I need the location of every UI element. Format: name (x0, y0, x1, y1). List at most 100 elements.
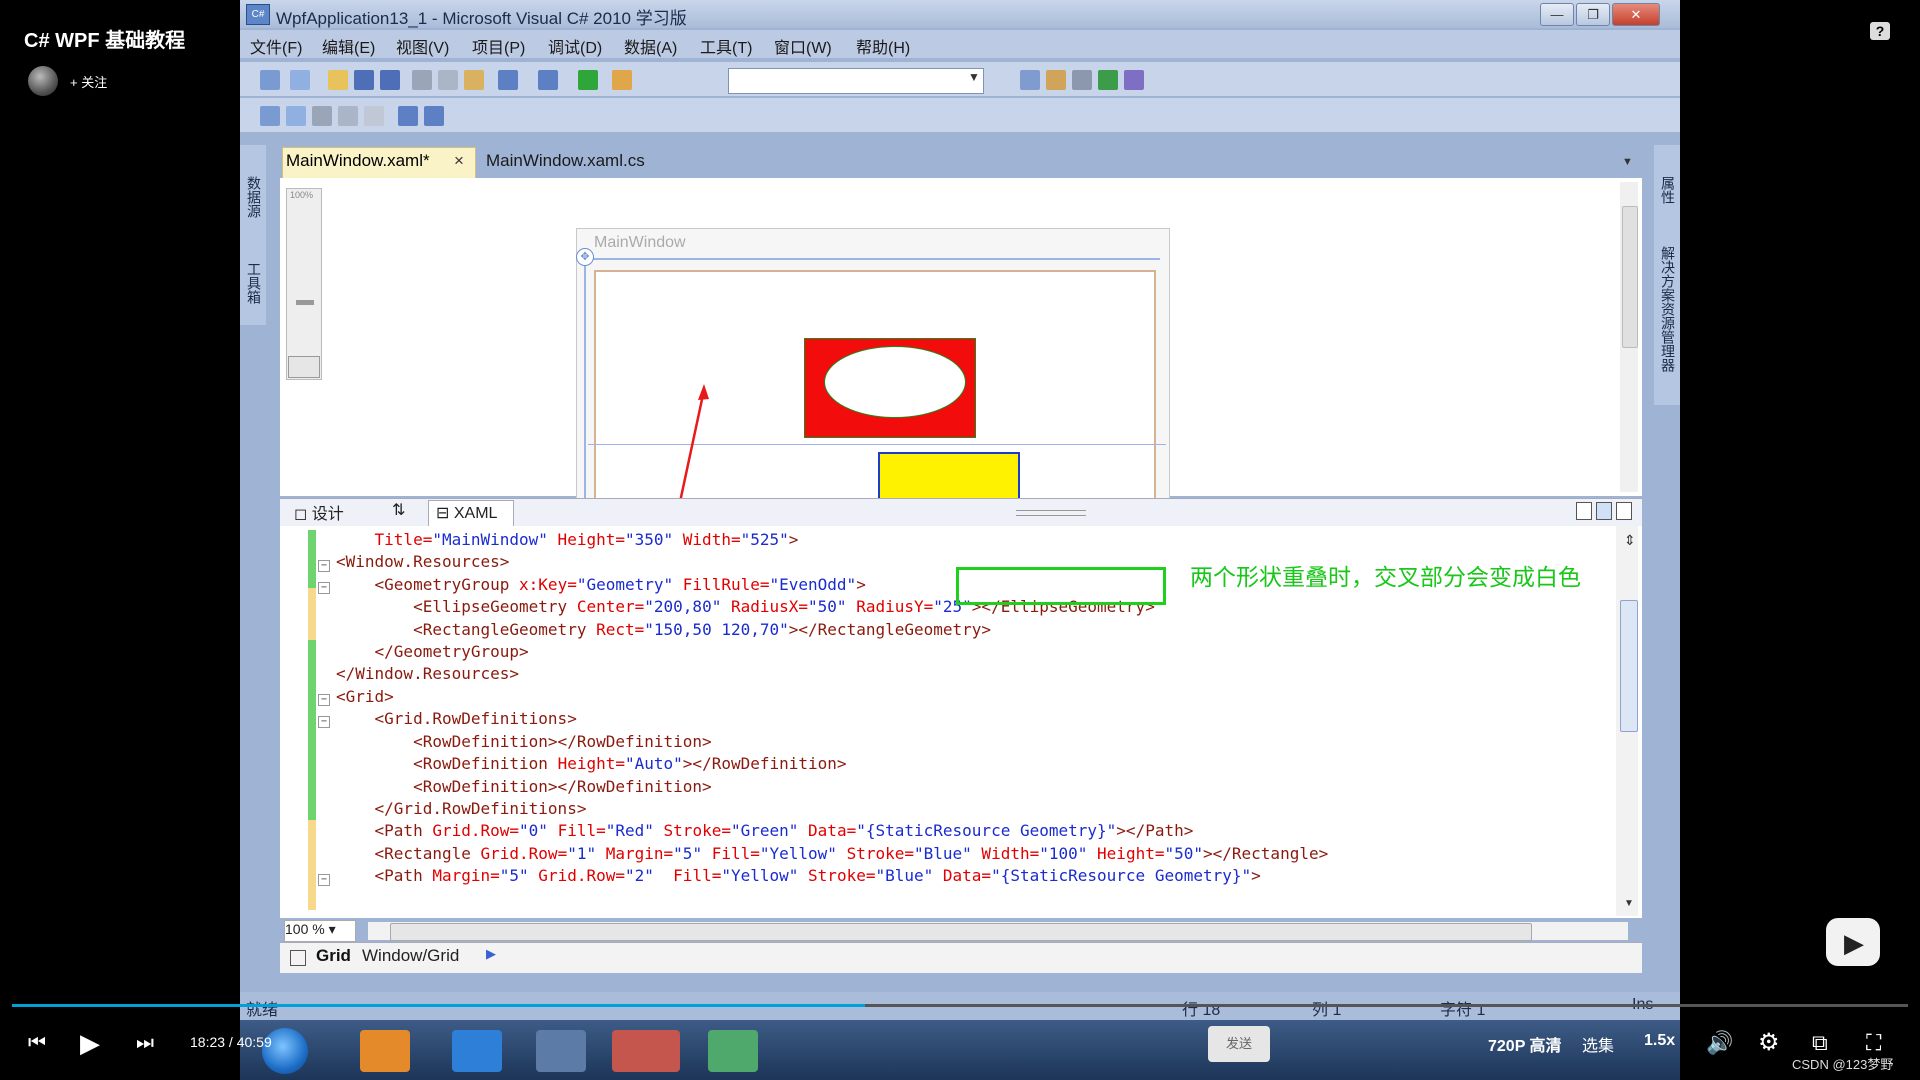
next-icon[interactable]: ⏭ (136, 1032, 154, 1055)
data-sources-tab[interactable]: 数据源 (244, 176, 264, 218)
new-project-icon[interactable] (260, 70, 280, 90)
fold-toggle-icon[interactable]: − (318, 560, 330, 572)
fold-toggle-icon[interactable]: − (318, 716, 330, 728)
redo-icon[interactable] (538, 70, 558, 90)
open-file-icon[interactable] (328, 70, 348, 90)
menu-data[interactable]: 数据(A) (624, 34, 677, 58)
move-handle-icon[interactable]: ✥ (576, 248, 594, 266)
zoom-slider[interactable] (286, 188, 322, 380)
horizontal-split-icon[interactable] (1596, 502, 1612, 520)
yellow-rectangle[interactable] (878, 452, 1020, 500)
outdent-icon[interactable] (424, 106, 444, 126)
toolbox-icon[interactable] (1098, 70, 1118, 90)
pointer-icon[interactable] (312, 106, 332, 126)
menu-tools[interactable]: 工具(T) (700, 34, 752, 58)
breadcrumb-next-icon[interactable]: ▶ (486, 946, 496, 962)
minimize-button[interactable]: — (1540, 3, 1574, 26)
menu-edit[interactable]: 编辑(E) (322, 34, 375, 58)
settings-icon[interactable]: ⚙ (1758, 1028, 1780, 1057)
camera-app-icon[interactable] (536, 1030, 586, 1072)
find-icon[interactable] (612, 70, 632, 90)
previous-icon[interactable]: ⏮ (28, 1032, 46, 1055)
tab-list-dropdown-icon[interactable]: ▼ (1622, 156, 1633, 168)
zoom-slider-thumb[interactable] (296, 300, 314, 305)
visual-csharp-icon[interactable] (708, 1030, 758, 1072)
close-button[interactable]: ✕ (1612, 3, 1660, 26)
cut-icon[interactable] (412, 70, 432, 90)
powerpoint-icon[interactable] (612, 1030, 680, 1072)
code-value: "{StaticResource Geometry}" (991, 866, 1252, 885)
paste-icon[interactable] (464, 70, 484, 90)
fold-toggle-icon[interactable]: − (318, 874, 330, 886)
document-outline-icon[interactable] (290, 950, 306, 966)
breadcrumb-path[interactable]: Window/Grid (362, 946, 459, 966)
splitter-grip[interactable] (1016, 510, 1086, 516)
code-tag: > (1251, 866, 1261, 885)
play-icon[interactable]: ▶ (80, 1028, 100, 1059)
swap-panes-button[interactable]: ⇅ (392, 500, 405, 520)
format-icon[interactable] (364, 106, 384, 126)
split-editor-icon[interactable]: ⇕ (1624, 532, 1636, 549)
close-tab-icon[interactable]: × (454, 151, 464, 171)
status-col: 列 1 (1312, 1002, 1342, 1019)
tab-design[interactable]: ◻ 设计 (294, 500, 344, 524)
start-page-icon[interactable] (1124, 70, 1144, 90)
menu-window[interactable]: 窗口(W) (774, 34, 832, 58)
properties-icon[interactable] (1072, 70, 1092, 90)
solution-explorer-icon[interactable] (1046, 70, 1066, 90)
speed-selector[interactable]: 1.5x (1644, 1032, 1675, 1050)
fit-to-window-button[interactable] (288, 356, 320, 378)
fold-toggle-icon[interactable]: − (318, 582, 330, 594)
code-tag: <Path (336, 821, 433, 840)
volume-icon[interactable]: 🔊 (1706, 1030, 1733, 1056)
menu-help[interactable]: 帮助(H) (856, 34, 910, 58)
solution-config-dropdown[interactable] (728, 68, 984, 94)
menu-debug[interactable]: 调试(D) (548, 34, 602, 58)
menu-project[interactable]: 项目(P) (472, 34, 525, 58)
toolbox-tab[interactable]: 工具箱 (244, 262, 264, 304)
editor-hscroll-thumb[interactable] (390, 923, 1532, 941)
internet-explorer-icon[interactable] (452, 1030, 502, 1072)
fold-toggle-icon[interactable]: − (318, 694, 330, 706)
code-attr: Height= (557, 754, 625, 773)
fullscreen-icon[interactable]: ⛶ (1866, 1030, 1881, 1056)
start-debug-icon[interactable] (578, 70, 598, 90)
menu-view[interactable]: 视图(V) (396, 34, 449, 58)
code-attr: Stroke= (798, 866, 876, 885)
text-icon[interactable] (338, 106, 358, 126)
menu-file[interactable]: 文件(F) (250, 34, 302, 58)
danmaku-send-button[interactable]: 发送 (1208, 1026, 1270, 1062)
find-in-files-icon[interactable] (1020, 70, 1040, 90)
indent-icon[interactable] (398, 106, 418, 126)
quality-selector[interactable]: 720P 高清 (1488, 1032, 1562, 1056)
add-item-icon[interactable] (290, 70, 310, 90)
align-icon[interactable] (260, 106, 280, 126)
help-icon[interactable]: ? (1870, 22, 1890, 40)
picture-in-picture-icon[interactable]: ⧉ (1812, 1030, 1828, 1056)
designer-scroll-thumb[interactable] (1622, 206, 1638, 348)
copy-icon[interactable] (438, 70, 458, 90)
follow-button[interactable]: + 关注 (70, 72, 107, 91)
tab-mainwindow-xaml-cs[interactable]: MainWindow.xaml.cs (486, 151, 645, 171)
editor-scroll-thumb[interactable] (1620, 600, 1638, 732)
properties-tab[interactable]: 属性 (1658, 176, 1678, 204)
breadcrumb-current[interactable]: Grid (316, 946, 351, 966)
save-all-icon[interactable] (380, 70, 400, 90)
code-line-16: <Path Margin="5" Grid.Row="2" Fill="Yell… (336, 866, 1261, 885)
solution-explorer-tab[interactable]: 解决方案资源管理器 (1658, 246, 1678, 372)
size-icon[interactable] (286, 106, 306, 126)
uploader-avatar[interactable] (28, 66, 58, 96)
episodes-button[interactable]: 选集 (1582, 1032, 1614, 1056)
collapse-pane-icon[interactable] (1616, 502, 1632, 520)
code-attr: Title= (336, 530, 433, 549)
breadcrumb (280, 942, 1642, 973)
media-player-icon[interactable] (360, 1030, 410, 1072)
scroll-down-icon[interactable]: ▼ (1624, 898, 1634, 909)
fillrule-highlight-box (956, 567, 1166, 605)
vertical-split-icon[interactable] (1576, 502, 1592, 520)
editor-zoom-select[interactable]: 100 % ▾ (284, 920, 356, 942)
maximize-button[interactable]: ❐ (1576, 3, 1610, 26)
undo-icon[interactable] (498, 70, 518, 90)
save-icon[interactable] (354, 70, 374, 90)
tab-mainwindow-xaml-label: MainWindow.xaml* (286, 151, 430, 170)
